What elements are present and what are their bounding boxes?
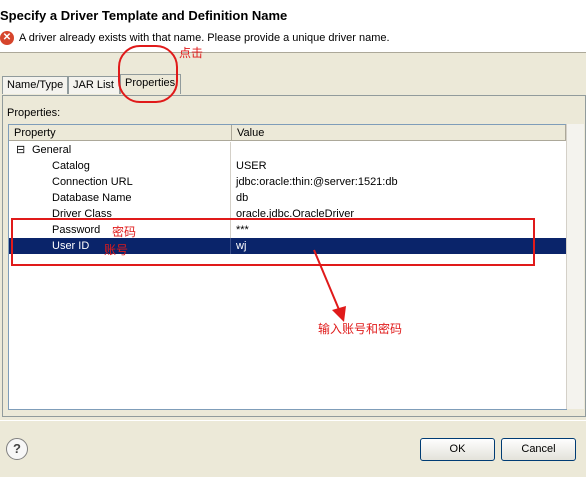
button-bar — [0, 420, 586, 477]
tab-name-type[interactable]: Name/Type — [2, 76, 68, 94]
input-annotation: 输入账号和密码 — [318, 322, 403, 336]
column-header-property[interactable]: Property — [9, 125, 232, 141]
value-cell[interactable]: USER — [236, 158, 267, 174]
tab-label: JAR List — [73, 79, 114, 91]
vertical-scrollbar[interactable] — [566, 124, 584, 409]
click-annotation-circle — [118, 45, 178, 103]
property-name: Catalog — [52, 160, 90, 172]
group-row-general[interactable]: ⊟ General — [9, 142, 566, 158]
column-header-value[interactable]: Value — [232, 125, 566, 141]
collapse-icon[interactable]: ⊟ — [16, 142, 25, 158]
properties-table: Property Value ⊟ General Catalog USER Co… — [8, 124, 567, 410]
error-icon: ✕ — [0, 31, 14, 45]
dialog-title: Specify a Driver Template and Definition… — [0, 8, 288, 23]
group-label: General — [32, 144, 72, 156]
table-row[interactable]: Connection URL jdbc:oracle:thin:@server:… — [9, 174, 566, 190]
property-cell: Database Name — [9, 190, 231, 206]
tab-label: Name/Type — [7, 79, 64, 91]
account-annotation: 账号 — [104, 243, 129, 257]
table-row[interactable]: Database Name db — [9, 190, 566, 206]
cancel-button[interactable]: Cancel — [501, 438, 576, 461]
property-cell: Connection URL — [9, 174, 231, 190]
password-annotation: 密码 — [112, 225, 137, 239]
property-cell: Catalog — [9, 158, 231, 174]
credentials-highlight-box — [11, 218, 535, 266]
group-cell: ⊟ General — [9, 142, 231, 158]
properties-label: Properties: — [7, 107, 61, 119]
table-row[interactable]: Catalog USER — [9, 158, 566, 174]
help-icon[interactable]: ? — [6, 438, 28, 460]
ok-button[interactable]: OK — [420, 438, 495, 461]
error-message: A driver already exists with that name. … — [19, 32, 390, 44]
value-cell[interactable]: db — [236, 190, 248, 206]
property-name: Connection URL — [52, 176, 133, 188]
click-annotation: 点击 — [179, 46, 204, 60]
value-cell[interactable]: jdbc:oracle:thin:@server:1521:db — [236, 174, 398, 190]
property-name: Database Name — [52, 192, 132, 204]
arrow-annotation — [313, 249, 346, 322]
tab-jar-list[interactable]: JAR List — [68, 76, 120, 94]
